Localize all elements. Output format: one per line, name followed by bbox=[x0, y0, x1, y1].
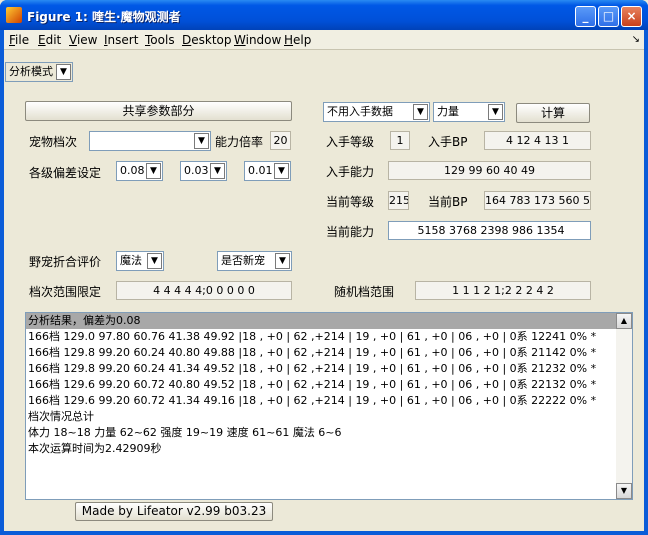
random-range-field[interactable]: 1 1 1 2 1;2 2 2 4 2 bbox=[415, 281, 591, 300]
current-level-field[interactable]: 215 bbox=[388, 191, 409, 210]
deviation-select-3[interactable]: 0.01 ▼ bbox=[244, 161, 291, 181]
deviation-value-1: 0.08 bbox=[120, 164, 145, 177]
grade-range-field[interactable]: 4 4 4 4 4;0 0 0 0 0 bbox=[116, 281, 292, 300]
acquire-level-field[interactable]: 1 bbox=[390, 131, 410, 150]
chevron-down-icon: ▼ bbox=[210, 163, 225, 179]
dock-arrow-icon[interactable]: ↘ bbox=[632, 34, 640, 45]
pet-grade-label: 宠物档次 bbox=[29, 135, 78, 149]
ability-multiplier-field[interactable]: 20 bbox=[270, 131, 291, 150]
menu-window[interactable]: Window bbox=[234, 33, 281, 47]
acquire-ability-field[interactable]: 129 99 60 40 49 bbox=[388, 161, 591, 180]
chevron-down-icon: ▼ bbox=[488, 104, 503, 120]
result-line[interactable]: 档次情况总计 bbox=[26, 409, 632, 425]
mode-select[interactable]: 分析模式 ▼ bbox=[5, 62, 73, 82]
figure-window: Figure 1: 喹生·魔物观测者 _ □ × File Edit View … bbox=[0, 0, 648, 535]
wild-eval-label: 野宠折合评价 bbox=[29, 255, 102, 269]
results-lines: 分析结果，偏差为0.08 166档 129.0 97.80 60.76 41.38… bbox=[26, 313, 632, 457]
random-range-label: 随机档范围 bbox=[334, 285, 395, 299]
scroll-up-icon[interactable]: ▲ bbox=[616, 313, 632, 329]
new-pet-select[interactable]: 是否新宠 ▼ bbox=[217, 251, 292, 271]
chevron-down-icon: ▼ bbox=[275, 253, 290, 269]
wild-eval-value: 魔法 bbox=[120, 254, 142, 267]
result-line[interactable]: 本次运算时间为2.42909秒 bbox=[26, 441, 632, 457]
attr-select-value: 力量 bbox=[437, 105, 459, 118]
ability-multiplier-label: 能力倍率 bbox=[215, 135, 264, 149]
input-data-select-value: 不用入手数据 bbox=[327, 105, 393, 118]
result-line[interactable]: 体力 18~18 力量 62~62 强度 19~19 速度 61~61 魔法 6… bbox=[26, 425, 632, 441]
chevron-down-icon: ▼ bbox=[194, 133, 209, 149]
client-area: File Edit View Insert Tools Desktop Wind… bbox=[4, 30, 644, 531]
chevron-down-icon: ▼ bbox=[274, 163, 289, 179]
close-button[interactable]: × bbox=[621, 6, 642, 27]
acquire-level-label: 入手等级 bbox=[326, 135, 375, 149]
input-data-select[interactable]: 不用入手数据 ▼ bbox=[323, 102, 430, 122]
results-scrollbar[interactable]: ▲ ▼ bbox=[616, 313, 632, 499]
result-line[interactable]: 166档 129.8 99.20 60.24 40.80 49.88 |18 ,… bbox=[26, 345, 632, 361]
new-pet-value: 是否新宠 bbox=[221, 254, 265, 267]
matlab-icon bbox=[6, 7, 22, 23]
deviation-label: 各级偏差设定 bbox=[29, 166, 102, 180]
current-ability-input[interactable]: 5158 3768 2398 986 1354 bbox=[388, 221, 591, 240]
window-title: Figure 1: 喹生·魔物观测者 bbox=[27, 10, 181, 24]
title-bar[interactable]: Figure 1: 喹生·魔物观测者 _ □ × bbox=[0, 0, 648, 30]
pet-grade-select[interactable]: ▼ bbox=[89, 131, 211, 151]
menu-desktop[interactable]: Desktop bbox=[182, 33, 232, 47]
result-line[interactable]: 166档 129.8 99.20 60.24 41.34 49.52 |18 ,… bbox=[26, 361, 632, 377]
acquire-bp-label: 入手BP bbox=[428, 135, 468, 149]
shared-params-button[interactable]: 共享参数部分 bbox=[25, 101, 292, 121]
deviation-value-3: 0.01 bbox=[248, 164, 273, 177]
menu-insert[interactable]: Insert bbox=[104, 33, 138, 47]
maximize-button[interactable]: □ bbox=[598, 6, 619, 27]
deviation-value-2: 0.03 bbox=[184, 164, 209, 177]
acquire-bp-field[interactable]: 4 12 4 13 1 bbox=[484, 131, 591, 150]
menu-edit[interactable]: Edit bbox=[38, 33, 61, 47]
menu-view[interactable]: View bbox=[69, 33, 97, 47]
mode-select-value: 分析模式 bbox=[9, 65, 53, 78]
deviation-select-2[interactable]: 0.03 ▼ bbox=[180, 161, 227, 181]
current-bp-label: 当前BP bbox=[428, 195, 468, 209]
chevron-down-icon: ▼ bbox=[56, 64, 71, 80]
grade-range-label: 档次范围限定 bbox=[29, 285, 102, 299]
attr-select[interactable]: 力量 ▼ bbox=[433, 102, 505, 122]
calc-button[interactable]: 计算 bbox=[516, 103, 590, 123]
figure-panel: 分析模式 ▼ 共享参数部分 不用入手数据 ▼ 力量 ▼ 计算 宠物档次 ▼ 能力… bbox=[4, 51, 644, 531]
result-line[interactable]: 分析结果，偏差为0.08 bbox=[26, 313, 632, 329]
menu-tools[interactable]: Tools bbox=[145, 33, 175, 47]
result-line[interactable]: 166档 129.6 99.20 60.72 41.34 49.16 |18 ,… bbox=[26, 393, 632, 409]
menu-help[interactable]: Help bbox=[284, 33, 311, 47]
result-line[interactable]: 166档 129.6 99.20 60.72 40.80 49.52 |18 ,… bbox=[26, 377, 632, 393]
minimize-button[interactable]: _ bbox=[575, 6, 596, 27]
menu-file[interactable]: File bbox=[9, 33, 29, 47]
scroll-down-icon[interactable]: ▼ bbox=[616, 483, 632, 499]
current-level-label: 当前等级 bbox=[326, 195, 375, 209]
wild-eval-select[interactable]: 魔法 ▼ bbox=[116, 251, 164, 271]
acquire-ability-label: 入手能力 bbox=[326, 165, 375, 179]
current-bp-field[interactable]: 164 783 173 560 55 bbox=[484, 191, 591, 210]
chevron-down-icon: ▼ bbox=[147, 253, 162, 269]
results-listbox[interactable]: 分析结果，偏差为0.08 166档 129.0 97.80 60.76 41.38… bbox=[25, 312, 633, 500]
chevron-down-icon: ▼ bbox=[146, 163, 161, 179]
deviation-select-1[interactable]: 0.08 ▼ bbox=[116, 161, 163, 181]
credits-button[interactable]: Made by Lifeator v2.99 b03.23 bbox=[75, 502, 273, 521]
chevron-down-icon: ▼ bbox=[413, 104, 428, 120]
current-ability-label: 当前能力 bbox=[326, 225, 375, 239]
menu-bar: File Edit View Insert Tools Desktop Wind… bbox=[4, 30, 644, 50]
result-line[interactable]: 166档 129.0 97.80 60.76 41.38 49.92 |18 ,… bbox=[26, 329, 632, 345]
